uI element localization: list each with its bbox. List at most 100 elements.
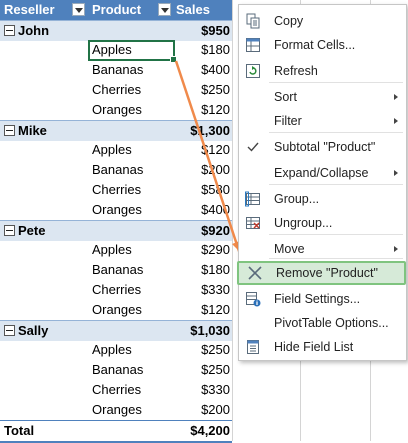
group-total: $1,030 [190, 323, 230, 338]
sales-cell[interactable]: $580 [172, 180, 230, 200]
pivot-group-row[interactable]: John $950 [0, 20, 232, 41]
sales-cell[interactable]: $200 [172, 400, 230, 420]
pivot-header-row: Reseller Product Sales [0, 0, 232, 20]
pivot-item-row[interactable]: Bananas $180 [0, 260, 232, 280]
group-total: $950 [201, 23, 230, 38]
menu-item-label: Filter [274, 114, 302, 128]
menu-item-label: Refresh [274, 64, 318, 78]
refresh-icon [245, 63, 261, 79]
menu-item-label: Copy [274, 14, 304, 28]
sales-cell[interactable]: $120 [172, 300, 230, 320]
menu-item-label: PivotTable Options... [274, 316, 389, 330]
product-cell[interactable]: Oranges [92, 100, 164, 120]
sales-cell[interactable]: $120 [172, 100, 230, 120]
sales-cell[interactable]: $250 [172, 80, 230, 100]
sales-cell[interactable]: $400 [172, 60, 230, 80]
submenu-arrow-icon [394, 246, 398, 252]
pivot-item-row[interactable]: Cherries $330 [0, 280, 232, 300]
menu-item-label: Group... [274, 192, 320, 206]
sales-cell[interactable]: $250 [172, 340, 230, 360]
product-cell[interactable]: Cherries [92, 80, 164, 100]
product-cell[interactable]: Cherries [92, 280, 164, 300]
product-cell[interactable]: Bananas [92, 260, 164, 280]
ungroup-icon [245, 215, 261, 231]
sales-cell[interactable]: $200 [172, 160, 230, 180]
sales-cell[interactable]: $400 [172, 200, 230, 220]
menu-item-group[interactable]: Group... [239, 187, 406, 211]
menu-item-sort[interactable]: Sort [239, 85, 406, 109]
collapse-toggle-icon[interactable] [4, 225, 15, 236]
menu-item-remove-product[interactable]: Remove "Product" [237, 261, 406, 285]
product-cell[interactable]: Apples [92, 140, 164, 160]
pivot-item-row[interactable]: Apples $120 [0, 140, 232, 160]
product-cell[interactable]: Apples [92, 340, 164, 360]
copy-icon [245, 13, 261, 29]
pivot-item-row[interactable]: Apples $250 [0, 340, 232, 360]
sales-cell[interactable]: $330 [172, 280, 230, 300]
menu-separator [269, 184, 403, 185]
pivot-item-row[interactable]: Oranges $120 [0, 100, 232, 120]
product-filter-dropdown-icon[interactable] [158, 3, 171, 16]
menu-item-label: Sort [274, 90, 297, 104]
reseller-filter-dropdown-icon[interactable] [72, 3, 85, 16]
menu-item-refresh[interactable]: Refresh [239, 59, 406, 83]
submenu-arrow-icon [394, 118, 398, 124]
menu-item-label: Ungroup... [274, 216, 333, 230]
pivot-item-row[interactable]: Cherries $330 [0, 380, 232, 400]
context-menu: Copy Format Cells... Refresh Sort Filter Subt… [237, 4, 407, 361]
group-total: $1,300 [190, 123, 230, 138]
pivot-item-row[interactable]: Oranges $200 [0, 400, 232, 420]
menu-separator [269, 132, 403, 133]
menu-item-hide-field-list[interactable]: Hide Field List [239, 335, 406, 359]
pivot-item-row[interactable]: Cherries $250 [0, 80, 232, 100]
product-header[interactable]: Product [92, 0, 164, 20]
collapse-toggle-icon[interactable] [4, 325, 15, 336]
product-cell[interactable]: Bananas [92, 360, 164, 380]
menu-item-format-cells[interactable]: Format Cells... [239, 33, 406, 57]
product-cell[interactable]: Bananas [92, 160, 164, 180]
product-cell[interactable]: Oranges [92, 400, 164, 420]
menu-item-subtotal-product[interactable]: Subtotal "Product" [239, 135, 406, 159]
sales-cell[interactable]: $330 [172, 380, 230, 400]
pivot-item-row[interactable]: Bananas $250 [0, 360, 232, 380]
product-cell[interactable]: Bananas [92, 60, 164, 80]
sales-cell[interactable]: $180 [172, 260, 230, 280]
menu-item-field-settings[interactable]: Field Settings... [239, 287, 406, 311]
pivot-group-row[interactable]: Pete $920 [0, 220, 232, 241]
sales-cell[interactable]: $250 [172, 360, 230, 380]
pivot-item-row[interactable]: Apples $290 [0, 240, 232, 260]
product-cell[interactable]: Oranges [92, 200, 164, 220]
product-cell[interactable]: Apples [92, 240, 164, 260]
pivot-item-row[interactable]: Oranges $400 [0, 200, 232, 220]
pivot-item-row[interactable]: Cherries $580 [0, 180, 232, 200]
reseller-name: Pete [18, 223, 46, 238]
product-cell[interactable]: Cherries [92, 380, 164, 400]
menu-item-expand-collapse[interactable]: Expand/Collapse [239, 161, 406, 185]
pivot-item-row[interactable]: Bananas $200 [0, 160, 232, 180]
submenu-arrow-icon [394, 170, 398, 176]
sales-cell[interactable]: $290 [172, 240, 230, 260]
reseller-name: Sally [18, 323, 49, 338]
sales-cell[interactable]: $120 [172, 140, 230, 160]
menu-item-copy[interactable]: Copy [239, 9, 406, 33]
pivot-group-row[interactable]: Mike $1,300 [0, 120, 232, 141]
menu-separator [269, 82, 403, 83]
fill-handle[interactable] [170, 56, 177, 63]
menu-item-ungroup[interactable]: Ungroup... [239, 211, 406, 235]
menu-item-filter[interactable]: Filter [239, 109, 406, 133]
pivot-item-row[interactable]: Oranges $120 [0, 300, 232, 320]
menu-separator [269, 258, 403, 259]
sales-header[interactable]: Sales [176, 0, 234, 20]
pivot-group-row[interactable]: Sally $1,030 [0, 320, 232, 341]
gridline [232, 0, 233, 441]
format-cells-icon [245, 37, 261, 53]
reseller-name: Mike [18, 123, 47, 138]
collapse-toggle-icon[interactable] [4, 25, 15, 36]
collapse-toggle-icon[interactable] [4, 125, 15, 136]
sales-cell[interactable]: $180 [172, 40, 230, 60]
pivot-item-row[interactable]: Bananas $400 [0, 60, 232, 80]
product-cell[interactable]: Oranges [92, 300, 164, 320]
menu-item-pivottable-options[interactable]: PivotTable Options... [239, 311, 406, 335]
menu-item-label: Format Cells... [274, 38, 356, 52]
product-cell[interactable]: Cherries [92, 180, 164, 200]
